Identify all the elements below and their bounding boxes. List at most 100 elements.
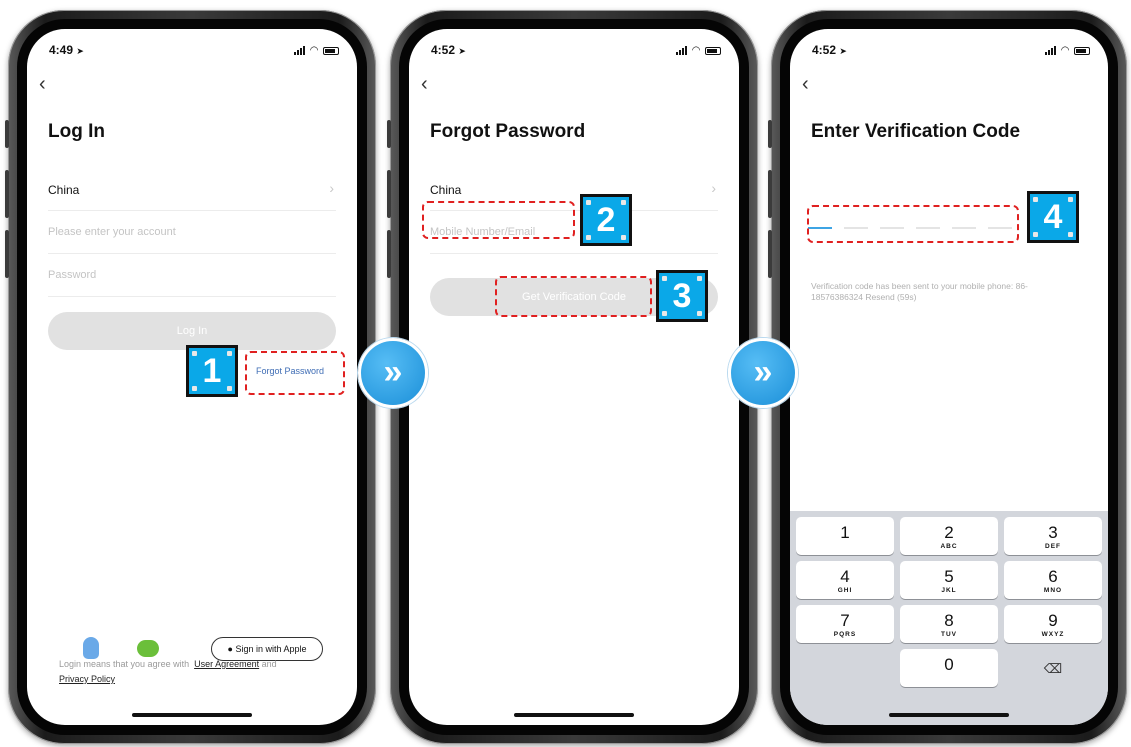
phone-forgot-password: 4:52 ➤ ◠ ‹ Forgot Password China › Mobil…: [387, 10, 758, 744]
password-input[interactable]: Password: [48, 255, 336, 297]
legal-notice: Login means that you agree with User Agr…: [59, 657, 333, 687]
keypad-key-3[interactable]: 3 DEF: [1004, 517, 1102, 555]
home-indicator: [514, 713, 634, 717]
key-letters: GHI: [837, 587, 853, 594]
highlight-get-code-button: [495, 276, 652, 317]
wifi-icon: ◠: [692, 45, 700, 56]
keypad-key-6[interactable]: 6 MNO: [1004, 561, 1102, 599]
keypad-key-5[interactable]: 5 JKL: [900, 561, 998, 599]
legal-prefix: Login means that you agree with: [59, 659, 190, 669]
status-time: 4:52 ➤: [812, 43, 847, 57]
chevron-right-icon: ›: [711, 180, 716, 196]
battery-icon: [1074, 46, 1090, 55]
key-digit: 4: [840, 567, 850, 586]
wechat-icon[interactable]: [137, 640, 159, 657]
callout-number: 2: [596, 201, 616, 239]
keypad-key-4[interactable]: 4 GHI: [796, 561, 894, 599]
signal-icon: [1045, 46, 1057, 55]
callout-badge-3: 3: [656, 270, 708, 322]
location-arrow-icon: ➤: [76, 46, 84, 56]
user-agreement-link[interactable]: User Agreement: [194, 659, 259, 669]
key-digit: 3: [1048, 523, 1058, 542]
key-digit: 8: [944, 611, 954, 630]
status-icons: ◠: [1045, 45, 1090, 56]
battery-icon: [705, 46, 721, 55]
backspace-icon: ⌫: [1043, 661, 1063, 676]
backspace-key[interactable]: ⌫: [1004, 649, 1102, 687]
keypad-key-7[interactable]: 7 PQRS: [796, 605, 894, 643]
phone-volume-button: [387, 230, 391, 278]
status-bar: 4:52 ➤ ◠: [431, 43, 721, 59]
keypad-key-2[interactable]: 2 ABC: [900, 517, 998, 555]
legal-and: and: [261, 659, 277, 669]
key-digit: [796, 649, 894, 655]
wifi-icon: ◠: [1061, 45, 1069, 56]
keypad-row: 1 2 ABC 3 DEF: [796, 517, 1102, 555]
key-letters: ABC: [940, 543, 958, 550]
status-bar: 4:52 ➤ ◠: [812, 43, 1090, 59]
country-selector[interactable]: China ›: [48, 169, 336, 211]
keypad-key-9[interactable]: 9 WXYZ: [1004, 605, 1102, 643]
phone-side-button: [5, 120, 9, 148]
privacy-policy-link[interactable]: Privacy Policy: [59, 674, 115, 684]
password-placeholder: Password: [48, 269, 97, 281]
keypad-key-8[interactable]: 8 TUV: [900, 605, 998, 643]
status-time: 4:49 ➤: [49, 43, 84, 57]
highlight-code-input: [807, 205, 1019, 243]
back-chevron-icon[interactable]: ‹: [421, 73, 428, 96]
phone-volume-button: [387, 170, 391, 218]
country-value: China: [430, 183, 462, 197]
key-digit: 1: [840, 523, 850, 542]
phone-verification-code: 4:52 ➤ ◠ ‹ Enter Verification Code Verif…: [768, 10, 1127, 744]
callout-badge-4: 4: [1027, 191, 1079, 243]
callout-number: 1: [202, 352, 222, 390]
location-arrow-icon: ➤: [839, 46, 847, 56]
keypad-key-0[interactable]: 0: [900, 649, 998, 687]
phone-volume-button: [5, 230, 9, 278]
keypad-row: 0 ⌫: [796, 649, 1102, 687]
numeric-keypad: 1 2 ABC 3 DEF 4 GHI 5 JKL 6 MNO 7 PQRS 8 TUV 9 WXYZ 0 ⌫: [790, 511, 1108, 725]
double-chevron-right-icon: »: [728, 338, 798, 408]
key-letters: PQRS: [833, 631, 857, 638]
key-letters: JKL: [941, 587, 957, 594]
sent-message-text: Verification code has been sent to your …: [811, 281, 1028, 302]
callout-badge-2: 2: [580, 194, 632, 246]
status-icons: ◠: [676, 45, 721, 56]
phone-volume-button: [768, 230, 772, 278]
signal-icon: [676, 46, 688, 55]
key-digit: 9: [1048, 611, 1058, 630]
highlight-mobile-email-input: [422, 201, 575, 239]
keypad-row: 4 GHI 5 JKL 6 MNO: [796, 561, 1102, 599]
keypad-key-1[interactable]: 1: [796, 517, 894, 555]
back-chevron-icon[interactable]: ‹: [39, 73, 46, 96]
wifi-icon: ◠: [310, 45, 318, 56]
key-letters: DEF: [1045, 543, 1061, 550]
home-indicator: [132, 713, 252, 717]
key-digit: 0: [944, 655, 954, 674]
location-arrow-icon: ➤: [458, 46, 466, 56]
callout-number: 4: [1043, 198, 1063, 236]
keypad-blank: [796, 649, 894, 687]
page-title: Enter Verification Code: [811, 121, 1021, 142]
page-title: Forgot Password: [430, 121, 586, 142]
key-digit: 7: [840, 611, 850, 630]
resend-link[interactable]: Resend (59s): [865, 292, 916, 302]
country-value: China: [48, 183, 80, 197]
forgot-password-screen: 4:52 ➤ ◠ ‹ Forgot Password China › Mobil…: [409, 29, 739, 725]
key-letters: WXYZ: [1041, 631, 1065, 638]
phone-volume-button: [768, 170, 772, 218]
status-time: 4:52 ➤: [431, 43, 466, 57]
account-input[interactable]: Please enter your account: [48, 212, 336, 254]
back-chevron-icon[interactable]: ‹: [802, 73, 809, 96]
key-letters: MNO: [1043, 587, 1063, 594]
chevron-right-icon: ›: [329, 180, 334, 196]
key-digit: 5: [944, 567, 954, 586]
key-digit: 6: [1048, 567, 1058, 586]
keypad-row: 7 PQRS 8 TUV 9 WXYZ: [796, 605, 1102, 643]
code-sent-message: Verification code has been sent to your …: [811, 281, 1078, 303]
callout-badge-1: 1: [186, 345, 238, 397]
status-bar: 4:49 ➤ ◠: [49, 43, 339, 59]
qq-penguin-icon[interactable]: [83, 637, 99, 659]
account-placeholder: Please enter your account: [48, 226, 176, 238]
phone-side-button: [387, 120, 391, 148]
